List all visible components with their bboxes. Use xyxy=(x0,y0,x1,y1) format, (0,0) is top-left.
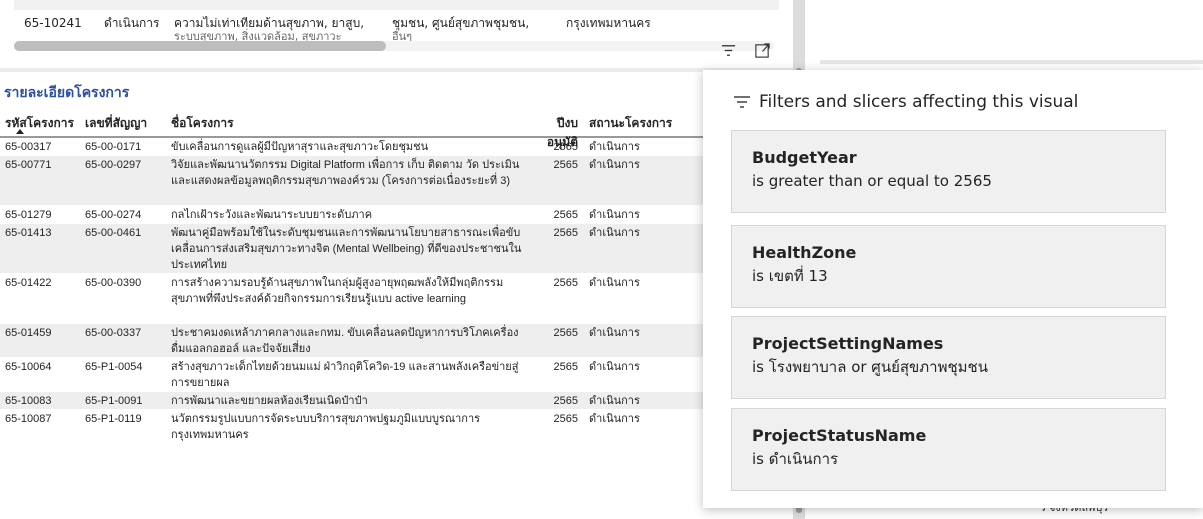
project-status-cell: ดำเนินการ xyxy=(589,277,640,289)
approved-year-cell: 2565 xyxy=(553,327,578,339)
column-header-project-code[interactable]: รหัสโครงการ xyxy=(0,108,80,136)
filter-field-name: ProjectStatusName xyxy=(752,426,927,445)
visual-header-icons xyxy=(718,40,772,60)
column-header-project-name[interactable]: ชื่อโครงการ xyxy=(166,108,524,136)
project-issue: ความไม่เท่าเทียมด้านสุขภาพ, ยาสูบ, xyxy=(174,16,365,30)
filter-field-name: HealthZone xyxy=(752,243,857,262)
table-header-row: รหัสโครงการ เลขที่สัญญา ชื่อโครงการ ปีงบ… xyxy=(0,108,793,149)
filter-card-project-status-name: ProjectStatusName is ดำเนินการ xyxy=(731,408,1166,491)
approved-year-cell: 2565 xyxy=(553,361,578,373)
approved-year-cell: 2565 xyxy=(553,413,578,425)
filters-flyout: Filters and slicers affecting this visua… xyxy=(703,70,1203,508)
table-row[interactable]: 65-00771 65-00-0297 วิจัยและพัฒนานวัตกรรม … xyxy=(0,156,793,206)
table-row[interactable]: 65-00317 65-00-0171 ขับเคลื่อนการดูแลผู้มี… xyxy=(0,138,793,156)
column-header-approved-year[interactable]: ปีงบอนุมัติ xyxy=(524,108,584,149)
project-code-cell: 65-01459 xyxy=(5,327,52,339)
project-name-cell: นวัตกรรมรูปแบบการจัดระบบบริการสุขภาพปฐมภ… xyxy=(171,413,481,441)
table-row[interactable]: 65-01422 65-00-0390 การสร้างความรอบรู้ด้าน… xyxy=(0,274,793,324)
project-name-cell: สร้างสุขภาวะเด็กไทยด้วยนมแม่ ฝ่าวิกฤติโค… xyxy=(171,361,519,389)
table-row[interactable]: 65-01459 65-00-0337 ประชาคมงดเหล้าภาคกลางแ… xyxy=(0,324,793,358)
project-status-cell: ดำเนินการ xyxy=(589,395,640,407)
project-status-cell: ดำเนินการ xyxy=(589,209,640,221)
approved-year-cell: 2565 xyxy=(553,395,578,407)
project-table: รหัสโครงการ เลขที่สัญญา ชื่อโครงการ ปีงบ… xyxy=(0,108,793,444)
project-code-cell: 65-01422 xyxy=(5,277,52,289)
project-code-cell: 65-10087 xyxy=(5,413,52,425)
filter-condition: is ดำเนินการ xyxy=(752,450,839,468)
filter-card-health-zone: HealthZone is เขตที่ 13 xyxy=(731,225,1166,308)
column-header-contract-number[interactable]: เลขที่สัญญา xyxy=(80,108,166,136)
project-details-table-visual: รายละเอียดโครงการ รหัสโครงการ เลขที่สัญญ… xyxy=(0,68,793,519)
sort-ascending-icon xyxy=(16,129,24,134)
project-status-cell: ดำเนินการ xyxy=(589,327,640,339)
project-code-cell: 65-01279 xyxy=(5,209,52,221)
previous-table-visual: 65-10241 ดำเนินการ ความไม่เท่าเทียมด้านส… xyxy=(0,0,793,68)
project-status: ดำเนินการ xyxy=(104,16,160,30)
project-status-cell: ดำเนินการ xyxy=(589,141,640,153)
flyout-header: Filters and slicers affecting this visua… xyxy=(733,92,1078,112)
project-name-cell: ประชาคมงดเหล้าภาคกลางและกทม. ขับเคลื่อนล… xyxy=(171,327,519,355)
contract-number-cell: 65-P1-0054 xyxy=(85,361,143,373)
project-name-cell: กลไกเฝ้าระวังและพัฒนาระบบยาระดับภาค xyxy=(171,209,373,221)
contract-number-cell: 65-P1-0119 xyxy=(85,413,142,425)
approved-year-cell: 2565 xyxy=(553,209,578,221)
project-code-cell: 65-00771 xyxy=(5,159,52,171)
project-name-cell: พัฒนาคู่มือพร้อมใช้ในระดับชุมชนและการพัฒ… xyxy=(171,227,522,271)
filter-icon[interactable] xyxy=(718,40,738,60)
filter-condition: is เขตที่ 13 xyxy=(752,267,828,285)
project-code-cell: 65-00317 xyxy=(5,141,52,153)
project-code-cell: 65-10083 xyxy=(5,395,52,407)
column-header-project-status[interactable]: สถานะโครงการ xyxy=(584,108,704,136)
flyout-title: Filters and slicers affecting this visua… xyxy=(759,92,1079,112)
project-code: 65-10241 xyxy=(24,16,82,30)
filter-condition: is greater than or equal to 2565 xyxy=(752,172,992,190)
project-name-cell: วิจัยและพัฒนานวัตกรรม Digital Platform เ… xyxy=(171,159,520,187)
approved-year-cell: 2565 xyxy=(553,159,578,171)
filter-icon xyxy=(734,96,750,108)
table-row[interactable]: 65-10087 65-P1-0119 นวัตกรรมรูปแบบการจัดระ… xyxy=(0,410,793,444)
project-status-cell: ดำเนินการ xyxy=(589,227,640,239)
project-status-cell: ดำเนินการ xyxy=(589,361,640,373)
filter-field-name: BudgetYear xyxy=(752,148,857,167)
filter-condition: is โรงพยาบาล or ศูนย์สุขภาพชุมชน xyxy=(752,358,988,376)
table-row[interactable]: 65-01413 65-00-0461 พัฒนาคู่มือพร้อมใช้ในร… xyxy=(0,224,793,274)
project-status-cell: ดำเนินการ xyxy=(589,159,640,171)
project-code-cell: 65-10064 xyxy=(5,361,52,373)
contract-number-cell: 65-00-0461 xyxy=(85,227,142,239)
contract-number-cell: 65-00-0297 xyxy=(85,159,142,171)
table-row[interactable]: 65-10064 65-P1-0054 สร้างสุขภาวะเด็กไทยด้ว… xyxy=(0,358,793,392)
filter-field-name: ProjectSettingNames xyxy=(752,334,944,353)
horizontal-scrollbar-thumb[interactable] xyxy=(14,41,386,51)
focus-mode-icon[interactable] xyxy=(752,40,772,60)
project-province: กรุงเทพมหานคร xyxy=(566,16,651,30)
approved-year-cell: 2565 xyxy=(553,277,578,289)
project-status-cell: ดำเนินการ xyxy=(589,413,640,425)
contract-number-cell: 65-P1-0091 xyxy=(85,395,143,407)
table-title: รายละเอียดโครงการ xyxy=(4,84,130,100)
project-code-cell: 65-01413 xyxy=(5,227,52,239)
project-name-cell: ขับเคลื่อนการดูแลผู้มีปัญหาสุราและสุขภาว… xyxy=(171,141,429,153)
table-row[interactable]: 65-01279 65-00-0274 กลไกเฝ้าระวังและพัฒนาร… xyxy=(0,206,793,224)
approved-year-cell: 2565 xyxy=(553,227,578,239)
filter-card-project-setting-names: ProjectSettingNames is โรงพยาบาล or ศูนย… xyxy=(731,316,1166,399)
contract-number-cell: 65-00-0171 xyxy=(85,141,142,153)
contract-number-cell: 65-00-0337 xyxy=(85,327,142,339)
table-body: 65-00317 65-00-0171 ขับเคลื่อนการดูแลผู้มี… xyxy=(0,138,793,444)
filter-card-budget-year: BudgetYear is greater than or equal to 2… xyxy=(731,130,1166,213)
project-name-cell: การสร้างความรอบรู้ด้านสุขภาพในกลุ่มผู้สู… xyxy=(171,277,504,305)
table-row[interactable]: 65-10083 65-P1-0091 การพัฒนาและขยายผลห้องเ… xyxy=(0,392,793,410)
visual-top-border xyxy=(14,0,779,10)
contract-number-cell: 65-00-0390 xyxy=(85,277,142,289)
project-name-cell: การพัฒนาและขยายผลห้องเรียนเนิดป๋าป๋า xyxy=(171,395,368,407)
project-setting: ชุมชน, ศูนย์สุขภาพชุมชน, xyxy=(392,16,530,30)
contract-number-cell: 65-00-0274 xyxy=(85,209,142,221)
